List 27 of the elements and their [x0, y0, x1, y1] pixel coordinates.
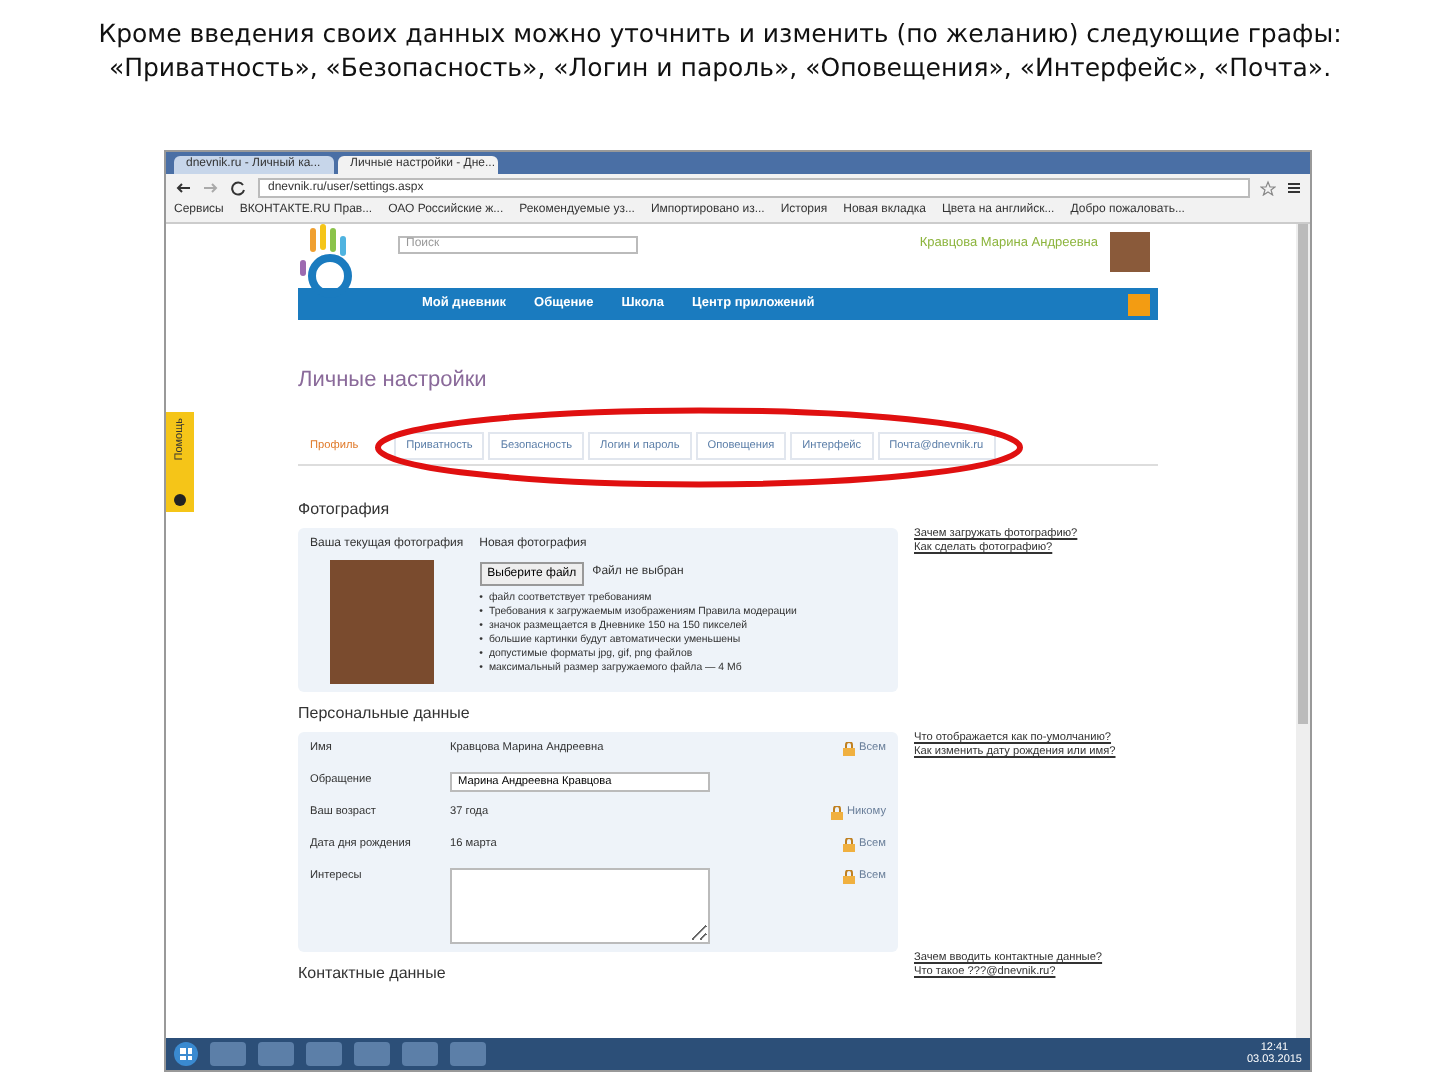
section-heading: Персональные данные	[298, 701, 472, 726]
avatar-photo-placeholder[interactable]	[1110, 232, 1150, 272]
forward-icon	[202, 179, 220, 195]
section-heading: Контактные данные	[298, 961, 448, 986]
reload-icon	[230, 179, 248, 195]
taskbar-app-icon[interactable]	[402, 1042, 438, 1066]
taskbar-app-icon[interactable]	[354, 1042, 390, 1066]
section-heading: Фотография	[298, 497, 392, 522]
text-area[interactable]	[450, 867, 710, 944]
page-title: Личные настройки	[298, 366, 489, 396]
taskbar-app-icon[interactable]	[258, 1042, 294, 1066]
menu-icon	[1286, 179, 1302, 195]
slide-title: Кроме введения своих данных можно уточнить и изменить (по желанию) следующие графы: «Приватность», «Безопасность», «Логин и пароль», «Оповещения», «Интерфейс», «Почта».	[96, 16, 1344, 84]
lock-icon	[841, 869, 855, 884]
lock-icon	[829, 805, 843, 820]
help-dot-icon	[174, 494, 186, 506]
star-icon	[1260, 179, 1276, 195]
photo-placeholder	[330, 559, 434, 684]
scrollbar[interactable]	[1296, 224, 1310, 1038]
taskbar-app-icon[interactable]	[450, 1042, 486, 1066]
lock-icon	[841, 741, 855, 756]
back-icon	[174, 179, 192, 195]
settings-button[interactable]	[1128, 293, 1150, 315]
lock-icon	[841, 837, 855, 852]
taskbar-app-icon[interactable]	[306, 1042, 342, 1066]
taskbar-app-icon[interactable]	[210, 1042, 246, 1066]
start-icon	[174, 1042, 198, 1066]
